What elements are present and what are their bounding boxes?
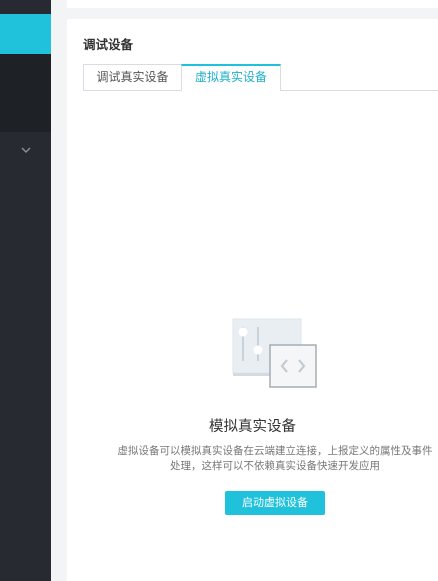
empty-state: 模拟真实设备 虚拟设备可以模拟真实设备在云端建立连接，上报定义的属性及事件处理，… bbox=[67, 317, 438, 537]
top-card-edge bbox=[67, 0, 438, 8]
tab-bar: 调试真实设备 虚拟真实设备 bbox=[83, 64, 438, 91]
tab-virtual-device[interactable]: 虚拟真实设备 bbox=[181, 64, 281, 91]
chevron-down-icon[interactable] bbox=[19, 144, 33, 156]
empty-state-description: 虚拟设备可以模拟真实设备在云端建立连接，上报定义的属性及事件处理，这样可以不依赖… bbox=[117, 445, 433, 472]
start-virtual-device-button[interactable]: 启动虚拟设备 bbox=[225, 491, 325, 515]
virtual-device-illustration bbox=[232, 318, 317, 388]
sidebar-item-block[interactable] bbox=[0, 54, 51, 132]
debug-device-card: 调试设备 调试真实设备 虚拟真实设备 模拟真实设备 虚拟设备可以模拟真实设备在云… bbox=[67, 19, 438, 581]
sidebar-item-active[interactable] bbox=[0, 14, 51, 54]
left-sidebar bbox=[0, 0, 51, 581]
section-title: 调试设备 bbox=[83, 37, 134, 52]
tab-debug-real-device[interactable]: 调试真实设备 bbox=[83, 64, 181, 90]
content-gutter bbox=[51, 0, 67, 581]
empty-state-title: 模拟真实设备 bbox=[209, 419, 296, 435]
